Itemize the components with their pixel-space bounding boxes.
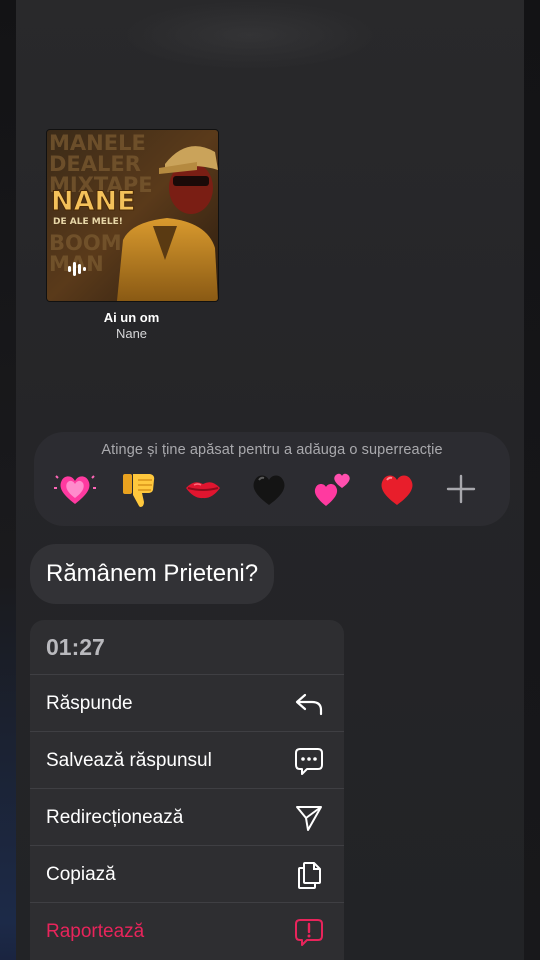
menu-item-report[interactable]: Raportează: [30, 902, 344, 960]
menu-item-label: Salvează răspunsul: [46, 750, 212, 771]
send-icon: [296, 806, 322, 831]
add-reaction-plus-icon[interactable]: [438, 466, 484, 512]
track-artist: Nane: [115, 326, 148, 341]
background-glow: [120, 0, 380, 70]
heart-pulse-emoji-icon[interactable]: [52, 466, 98, 512]
audio-wave-icon: [68, 262, 86, 276]
reaction-row: [52, 466, 492, 512]
reply-icon: [295, 693, 323, 716]
cover-title: NANE: [51, 186, 136, 217]
menu-item-label: Copiază: [46, 864, 116, 885]
kiss-lips-emoji-icon[interactable]: [180, 466, 226, 512]
menu-item-reply[interactable]: Răspunde: [30, 674, 344, 732]
reaction-hint: Atinge și ține apăsat pentru a adăuga o …: [101, 442, 443, 458]
message-bubble[interactable]: Rămânem Prieteni?: [30, 544, 275, 604]
album-art[interactable]: MANELE DEALER MIXTAPE BOOM MAN NANE DE A…: [46, 129, 219, 302]
cover-subtitle: DE ALE MELE!: [53, 217, 123, 227]
black-heart-emoji-icon[interactable]: [246, 466, 292, 512]
chat-bubble-dots-icon: [295, 748, 323, 775]
background-edge-right: [524, 0, 540, 960]
copy-icon: [298, 862, 321, 889]
message-text: Rămânem Prieteni?: [46, 560, 259, 587]
menu-item-forward[interactable]: Redirecționează: [30, 788, 344, 846]
message-timestamp: 01:27: [46, 634, 105, 660]
menu-item-save-reply[interactable]: Salvează răspunsul: [30, 731, 344, 789]
track-title: Ai un om: [103, 310, 160, 325]
red-heart-emoji-icon[interactable]: [374, 466, 420, 512]
report-icon: [295, 919, 323, 946]
background-edge-left: [0, 0, 16, 960]
menu-item-copy[interactable]: Copiază: [30, 845, 344, 903]
menu-item-label: Raportează: [46, 921, 145, 942]
menu-item-label: Redirecționează: [46, 807, 184, 828]
thumbs-down-emoji-icon[interactable]: [116, 466, 162, 512]
menu-item-label: Răspunde: [46, 693, 133, 714]
message-context-menu: 01:27 Răspunde Salvează răspunsul Redire…: [30, 620, 344, 960]
two-hearts-emoji-icon[interactable]: [310, 466, 356, 512]
